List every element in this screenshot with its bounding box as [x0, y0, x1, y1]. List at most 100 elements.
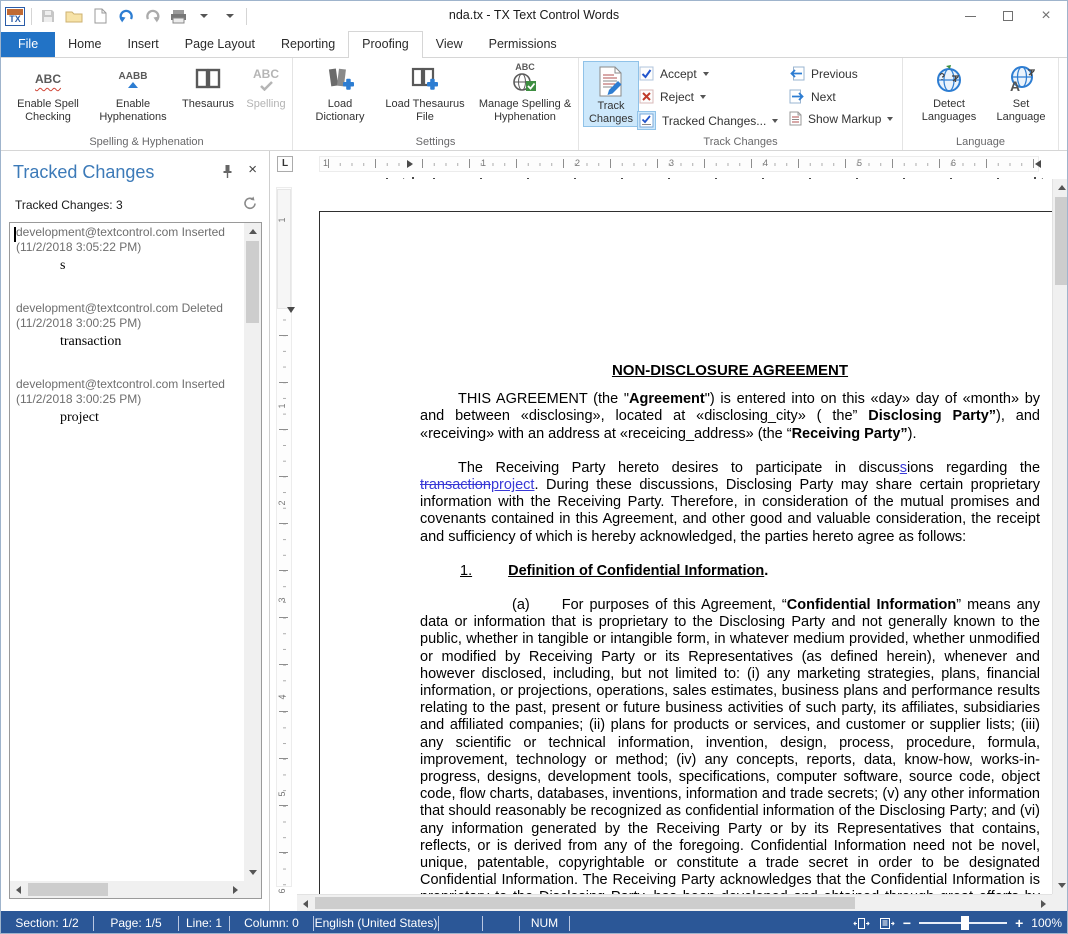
window-title: nda.tx - TX Text Control Words	[1, 8, 1067, 22]
tab-permissions[interactable]: Permissions	[476, 32, 570, 57]
paragraph: THIS AGREEMENT (the "Agreement") is ente…	[420, 391, 1040, 443]
scrollbar-thumb[interactable]	[315, 897, 855, 909]
fit-page-icon[interactable]	[853, 917, 870, 930]
tracked-change-item[interactable]: development@textcontrol.com Deleted (11/…	[13, 301, 242, 350]
ruler-number: 5	[857, 158, 862, 168]
scroll-left-arrow[interactable]	[10, 881, 27, 898]
ruler-number: 5	[277, 788, 287, 800]
reject-icon	[639, 89, 654, 104]
group-label: Language	[903, 136, 1058, 148]
maximize-icon	[1003, 11, 1013, 21]
tracked-changes-count: Tracked Changes: 3	[15, 198, 123, 212]
tracked-changes-items: development@textcontrol.com Inserted (11…	[13, 225, 242, 879]
paragraph: (a)For purposes of this Agreement, “Conf…	[420, 597, 1040, 894]
tab-reporting[interactable]: Reporting	[268, 32, 348, 57]
tab-view[interactable]: View	[423, 32, 476, 57]
scrollbar-thumb[interactable]	[1055, 197, 1067, 285]
vertical-ruler[interactable]: 1 1 2 3 4 5 6	[273, 179, 295, 894]
scroll-up-arrow[interactable]	[1053, 179, 1068, 196]
tracked-changes-list[interactable]: development@textcontrol.com Inserted (11…	[9, 222, 262, 899]
tab-page-layout[interactable]: Page Layout	[172, 32, 268, 57]
minimize-button[interactable]	[951, 1, 989, 31]
document-horizontal-scrollbar[interactable]	[297, 894, 1052, 911]
document-page[interactable]: NON-DISCLOSURE AGREEMENT THIS AGREEMENT …	[319, 211, 1052, 894]
manage-spelling-hyphenation-button[interactable]: ABC Manage Spelling & Hyphenation	[473, 62, 577, 124]
accept-icon	[639, 66, 654, 81]
track-changes-button[interactable]: Track Changes	[583, 61, 639, 127]
refresh-icon[interactable]	[243, 196, 257, 213]
tracked-changes-list-button[interactable]: Tracked Changes...	[637, 111, 778, 130]
app-window: TX nda.tx - TX Text Contr	[0, 0, 1068, 934]
group-settings: Load Dictionary Load Thesaurus File ABC …	[293, 58, 579, 150]
status-page[interactable]: Page: 1/5	[94, 911, 178, 934]
tab-file[interactable]: File	[1, 32, 55, 57]
scroll-right-arrow[interactable]	[227, 881, 244, 898]
right-indent-marker[interactable]	[1035, 160, 1041, 168]
zoom-slider-thumb[interactable]	[961, 916, 969, 930]
reject-button[interactable]: Reject	[639, 89, 706, 104]
previous-button[interactable]: Previous	[789, 66, 858, 81]
zoom-out-button[interactable]: −	[903, 918, 911, 928]
load-thesaurus-file-button[interactable]: Load Thesaurus File	[381, 62, 469, 124]
tracked-insertion: project	[491, 477, 535, 493]
tab-proofing[interactable]: Proofing	[348, 31, 423, 58]
zoom-slider[interactable]	[919, 922, 1007, 924]
scroll-down-arrow[interactable]	[244, 864, 261, 881]
tracked-change-item[interactable]: development@textcontrol.com Inserted (11…	[13, 377, 242, 426]
ruler-number: 4	[277, 691, 287, 703]
group-label: Spelling & Hyphenation	[1, 136, 292, 148]
spelling-check-icon: ABC	[253, 62, 279, 96]
status-column[interactable]: Column: 0	[230, 911, 313, 934]
top-margin-marker[interactable]	[287, 307, 295, 313]
tracked-changes-list-icon	[637, 111, 656, 130]
detect-languages-button[interactable]: Detect Languages	[913, 62, 985, 124]
list-vertical-scrollbar[interactable]	[244, 223, 261, 881]
tab-home[interactable]: Home	[55, 32, 114, 57]
enable-hyphenations-button[interactable]: AABB Enable Hyphenations	[91, 62, 175, 124]
window-controls: ×	[951, 1, 1065, 31]
close-button[interactable]: ×	[1027, 1, 1065, 31]
status-section[interactable]: Section: 1/2	[1, 911, 93, 934]
show-markup-button[interactable]: Show Markup	[789, 111, 893, 126]
scrollbar-thumb[interactable]	[246, 241, 259, 323]
first-line-indent-marker[interactable]	[407, 160, 413, 168]
scroll-left-arrow[interactable]	[297, 895, 314, 912]
status-language[interactable]: English (United States)	[314, 911, 438, 934]
chevron-down-icon	[703, 72, 709, 76]
change-meta: development@textcontrol.com Inserted (11…	[16, 225, 242, 255]
tracked-changes-panel: Tracked Changes × Tracked Changes: 3 dev…	[1, 151, 270, 911]
set-language-button[interactable]: A Set Language	[989, 62, 1053, 124]
status-num-lock: NUM	[520, 911, 569, 934]
tracked-insertion: s	[900, 460, 907, 476]
title-bar: TX nda.tx - TX Text Contr	[1, 1, 1067, 31]
change-meta: development@textcontrol.com Inserted (11…	[16, 377, 242, 407]
fit-width-icon[interactable]	[878, 917, 895, 930]
scroll-right-arrow[interactable]	[1035, 895, 1052, 912]
top-margin-zone	[277, 189, 291, 309]
status-line[interactable]: Line: 1	[179, 911, 229, 934]
pin-icon[interactable]	[222, 164, 233, 182]
maximize-button[interactable]	[989, 1, 1027, 31]
list-horizontal-scrollbar[interactable]	[10, 881, 244, 898]
group-label: Settings	[293, 136, 578, 148]
detect-language-globe-icon	[934, 62, 964, 96]
enable-spell-checking-button[interactable]: ABC Enable Spell Checking	[9, 62, 87, 124]
load-dictionary-button[interactable]: Load Dictionary	[303, 62, 377, 124]
accept-button[interactable]: Accept	[639, 66, 709, 81]
panel-close-button[interactable]: ×	[248, 163, 257, 177]
tab-insert[interactable]: Insert	[115, 32, 172, 57]
document-title: NON-DISCLOSURE AGREEMENT	[420, 362, 1040, 379]
document-vertical-scrollbar[interactable]	[1052, 179, 1068, 894]
scroll-down-arrow[interactable]	[1053, 877, 1068, 894]
zoom-in-button[interactable]: +	[1015, 918, 1023, 928]
horizontal-ruler[interactable]: 1 1 2 3 4 5 6	[297, 153, 1049, 177]
group-language: Detect Languages A Set Language Language	[903, 58, 1059, 150]
tracked-change-item[interactable]: development@textcontrol.com Inserted (11…	[13, 225, 242, 274]
scroll-up-arrow[interactable]	[244, 223, 261, 240]
tracked-deletion: transaction	[420, 477, 491, 493]
previous-icon	[789, 66, 805, 81]
thesaurus-button[interactable]: Thesaurus	[177, 62, 239, 111]
next-button[interactable]: Next	[789, 89, 836, 104]
scrollbar-thumb[interactable]	[28, 883, 108, 896]
tab-selector-button[interactable]: L	[277, 156, 293, 172]
